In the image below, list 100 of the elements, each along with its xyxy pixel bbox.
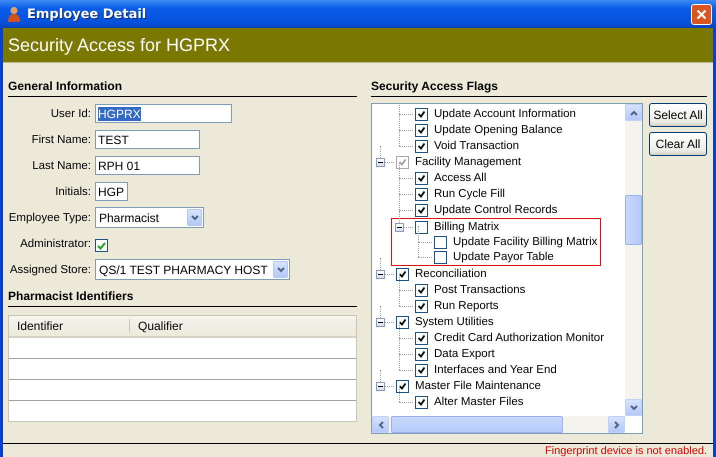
horizontal-scrollbar[interactable] <box>372 416 625 433</box>
dropdown[interactable]: QS/1 TEST PHARMACY HOST <box>95 259 290 280</box>
caret-icon <box>190 214 198 220</box>
checkbox[interactable] <box>415 220 428 234</box>
check-icon <box>399 270 406 278</box>
field-label: Last Name: <box>31 160 91 172</box>
checkbox[interactable] <box>396 268 409 280</box>
scroll-left-button[interactable] <box>372 416 389 433</box>
text-field[interactable]: TEST <box>95 130 200 149</box>
tree-item[interactable]: Interfaces and Year End <box>434 364 557 376</box>
section-heading: Pharmacist Identifiers <box>8 289 357 307</box>
tree-item[interactable]: Run Reports <box>434 300 499 312</box>
checkbox[interactable] <box>396 380 409 392</box>
collapse-toggle[interactable] <box>376 270 385 278</box>
checkbox[interactable] <box>415 188 428 200</box>
caret-icon <box>378 420 384 428</box>
scroll-thumb[interactable] <box>625 195 642 245</box>
checkbox[interactable] <box>396 156 409 168</box>
collapse-toggle[interactable] <box>376 382 385 390</box>
tree-item[interactable]: Alter Master Files <box>434 396 524 408</box>
column-header[interactable]: Qualifier <box>130 316 183 336</box>
check-icon <box>399 382 406 390</box>
section-heading: General Information <box>8 79 357 97</box>
check-icon <box>418 334 425 342</box>
check-icon <box>418 366 425 374</box>
caret-icon <box>276 266 284 272</box>
close-button[interactable] <box>691 4 712 24</box>
tree-item[interactable]: Update Control Records <box>434 204 558 216</box>
checkbox[interactable] <box>415 284 428 296</box>
minus-icon <box>378 272 383 276</box>
minus-icon <box>378 384 383 388</box>
tree-item[interactable]: Credit Card Authorization Monitor <box>434 332 604 344</box>
minus-icon <box>397 224 402 230</box>
page-header: Security Access for HGPRX <box>3 28 713 63</box>
checkbox[interactable] <box>415 348 428 360</box>
check-icon <box>418 206 425 214</box>
person-icon <box>7 6 21 22</box>
tree-item[interactable]: Run Cycle Fill <box>434 188 505 200</box>
tree-item[interactable]: Data Export <box>434 348 495 360</box>
check-icon <box>418 350 425 358</box>
tree-item[interactable]: Update Account Information <box>434 108 576 120</box>
close-icon <box>696 8 707 20</box>
column-header[interactable]: Identifier <box>9 319 130 333</box>
tree-item[interactable]: Update Facility Billing Matrix <box>453 236 598 248</box>
scroll-right-button[interactable] <box>608 416 625 433</box>
scroll-down-button[interactable] <box>625 399 642 416</box>
text-field[interactable]: RPH 01 <box>95 156 200 175</box>
checkbox[interactable] <box>95 239 108 252</box>
checkbox[interactable] <box>415 108 428 120</box>
scroll-up-button[interactable] <box>625 104 642 121</box>
check-icon <box>399 158 406 166</box>
checkbox[interactable] <box>415 364 428 376</box>
action-button[interactable]: Clear All <box>649 132 707 156</box>
vertical-scrollbar[interactable] <box>625 104 642 416</box>
field-label: First Name: <box>30 134 91 146</box>
action-button[interactable]: Select All <box>649 103 707 127</box>
checkbox[interactable] <box>434 236 447 248</box>
dropdown-button[interactable] <box>273 261 288 278</box>
check-icon <box>399 318 406 326</box>
checkbox[interactable] <box>415 140 428 152</box>
field-label: Employee Type: <box>8 212 91 224</box>
tree-item[interactable]: Void Transaction <box>434 140 520 152</box>
dropdown-button[interactable] <box>187 209 202 226</box>
field-label: Administrator: <box>19 238 91 250</box>
tree-item[interactable]: System Utilities <box>415 316 494 328</box>
checkbox[interactable] <box>396 316 409 328</box>
scroll-thumb[interactable] <box>391 416 563 433</box>
checkbox[interactable] <box>415 300 428 312</box>
field-label: Assigned Store: <box>8 264 91 276</box>
field-label: User Id: <box>50 108 91 120</box>
collapse-toggle[interactable] <box>376 158 385 166</box>
minus-icon <box>378 320 383 324</box>
checkbox[interactable] <box>415 124 428 136</box>
tree-item[interactable]: Update Payor Table <box>453 251 554 263</box>
tree-item[interactable]: Update Opening Balance <box>434 124 563 136</box>
checkbox[interactable] <box>415 204 428 216</box>
check-icon <box>418 190 425 198</box>
tree-item[interactable]: Access All <box>434 172 486 184</box>
checkbox[interactable] <box>434 250 447 264</box>
section-heading: Security Access Flags <box>371 79 707 97</box>
checkbox[interactable] <box>415 332 428 344</box>
tree-item[interactable]: Facility Management <box>415 156 522 168</box>
text-field[interactable]: HGPRX <box>95 104 232 123</box>
tree-item[interactable]: Reconciliation <box>415 268 487 280</box>
tree-item[interactable]: Post Transactions <box>434 284 526 296</box>
caret-icon <box>630 110 638 116</box>
collapse-toggle[interactable] <box>376 318 385 326</box>
check-icon <box>418 126 425 134</box>
text-field[interactable]: HGP <box>95 182 128 201</box>
dropdown[interactable]: Pharmacist <box>95 207 204 228</box>
caret-icon <box>630 404 638 410</box>
tree-item[interactable]: Master File Maintenance <box>415 380 541 392</box>
window-title: Employee Detail <box>27 6 146 22</box>
check-icon <box>418 174 425 182</box>
checkbox[interactable] <box>415 172 428 184</box>
collapse-toggle[interactable] <box>395 222 404 232</box>
checkbox[interactable] <box>415 396 428 408</box>
check-icon <box>97 242 106 250</box>
minus-icon <box>378 160 383 164</box>
tree-item[interactable]: Billing Matrix <box>434 221 500 233</box>
